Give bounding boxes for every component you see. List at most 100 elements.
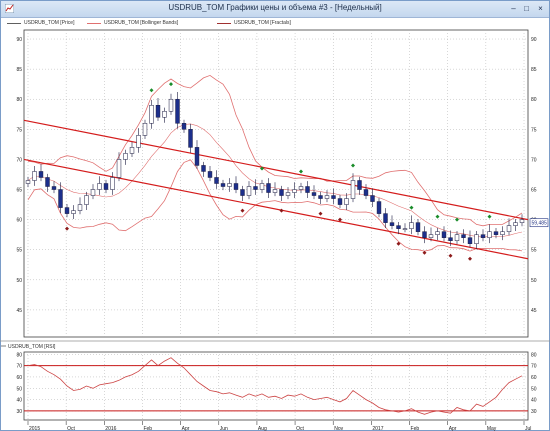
candle-body [90, 189, 96, 196]
candle-body [116, 159, 122, 178]
candle-body [123, 153, 128, 160]
candle-body [422, 231, 427, 238]
candle-body [110, 177, 115, 190]
chart-canvas[interactable]: 45 45 50 50 55 55 60 60 65 65 70 70 75 75 80 80 85 85 90 90… [0, 0, 550, 431]
rsi-y-label-left: 60 [16, 375, 22, 381]
candle-body [77, 204, 83, 211]
candle-body [58, 189, 63, 208]
price-y-label-left: 90 [16, 37, 22, 43]
candle-body [32, 171, 37, 181]
price-y-label-right: 85 [531, 67, 537, 73]
candle-body [415, 222, 421, 232]
rsi-plot-area [23, 351, 529, 421]
price-y-label-right: 75 [531, 127, 537, 133]
candle-body [51, 186, 57, 190]
candle-body [253, 186, 258, 190]
candle-body [181, 123, 187, 130]
candle-body [71, 210, 76, 214]
candle-body [357, 180, 362, 190]
candle-body [214, 177, 219, 184]
candle-body [97, 183, 102, 190]
x-tick-label: 2017 [372, 426, 383, 431]
candle-body [487, 231, 492, 238]
candle-body [136, 135, 141, 148]
candle-body [402, 228, 408, 230]
price-y-label-left: 85 [16, 67, 22, 73]
rsi-y-label-left: 80 [16, 352, 22, 358]
candle-body [292, 189, 297, 193]
candle-body [207, 171, 213, 178]
rsi-y-label-right: 50 [531, 386, 537, 392]
x-tick-label: May [487, 426, 497, 431]
candle-body [259, 183, 265, 190]
rsi-legend-label: USDRUB_TOM [RSI] [8, 344, 56, 350]
rsi-y-label-right: 40 [531, 398, 537, 404]
x-tick-label: Apr [182, 426, 190, 431]
price-y-label-right: 50 [531, 278, 537, 284]
price-y-label-right: 55 [531, 248, 537, 254]
candle-body [350, 180, 356, 199]
candle-body [337, 198, 343, 205]
candle-body [344, 198, 349, 205]
price-panel[interactable]: 4545505055556060656570707575808085859090… [16, 29, 549, 338]
candle-body [331, 195, 336, 199]
candle-body [129, 147, 135, 154]
candle-body [448, 237, 453, 241]
candle-body [370, 195, 375, 202]
candle-body [435, 231, 440, 235]
rsi-y-label-left: 70 [16, 364, 22, 370]
x-tick-label: Jul [525, 426, 531, 431]
candle-body [461, 234, 466, 238]
candle-body [84, 195, 89, 205]
candle-body [220, 183, 226, 187]
candle-body [311, 192, 317, 196]
rsi-panel[interactable]: USDRUB_TOM [RSI] 30 30 40 40 50 50 60 60 70 70 80 80 [0, 340, 550, 421]
price-y-label-right: 45 [531, 308, 537, 314]
candle-body [305, 186, 310, 193]
candle-body [64, 207, 70, 214]
rsi-y-label-left: 50 [16, 386, 22, 392]
candle-body [454, 234, 460, 241]
candle-body [480, 234, 486, 238]
x-tick-label: Jun [220, 426, 228, 431]
candle-body [201, 165, 206, 172]
price-y-label-left: 60 [16, 218, 22, 224]
candle-body [513, 222, 518, 226]
candle-body [168, 98, 174, 112]
rsi-y-label-left: 30 [16, 409, 22, 415]
rsi-y-label-left: 40 [16, 398, 22, 404]
candle-body [246, 186, 252, 196]
price-y-label-right: 80 [531, 97, 537, 103]
x-tick-label: Feb [411, 426, 420, 431]
time-axis: 2015 Oct 2016 Feb Apr Jun Aug Oct Nov 2017 Feb Apr M… [27, 421, 531, 431]
candle-body [298, 186, 304, 190]
rsi-y-label-right: 80 [531, 352, 537, 358]
x-tick-label: Oct [67, 426, 75, 431]
candle-body [227, 183, 232, 187]
x-tick-label: Nov [334, 426, 343, 431]
x-tick-label: Feb [143, 426, 152, 431]
x-tick-label: Aug [258, 426, 267, 431]
price-y-label-right: 70 [531, 157, 537, 163]
candle-body [383, 213, 388, 223]
price-y-label-right: 90 [531, 37, 537, 43]
candle-body [103, 183, 109, 190]
price-y-label-left: 75 [16, 127, 22, 133]
candle-body [175, 98, 180, 124]
candle-body [474, 234, 479, 244]
candle-body [428, 234, 434, 238]
candle-body [194, 147, 200, 166]
candle-body [389, 222, 395, 226]
price-y-label-left: 65 [16, 188, 22, 194]
x-tick-label: Apr [449, 426, 457, 431]
candle-body [45, 177, 50, 187]
candle-body [266, 183, 271, 193]
x-tick-label: Oct [296, 426, 304, 431]
candle-body [318, 195, 323, 199]
candle-body [285, 192, 291, 196]
candle-body [272, 189, 278, 193]
candle-body [506, 225, 512, 232]
candle-body [396, 225, 401, 229]
rsi-y-label-right: 30 [531, 409, 537, 415]
candle-body [409, 222, 414, 229]
